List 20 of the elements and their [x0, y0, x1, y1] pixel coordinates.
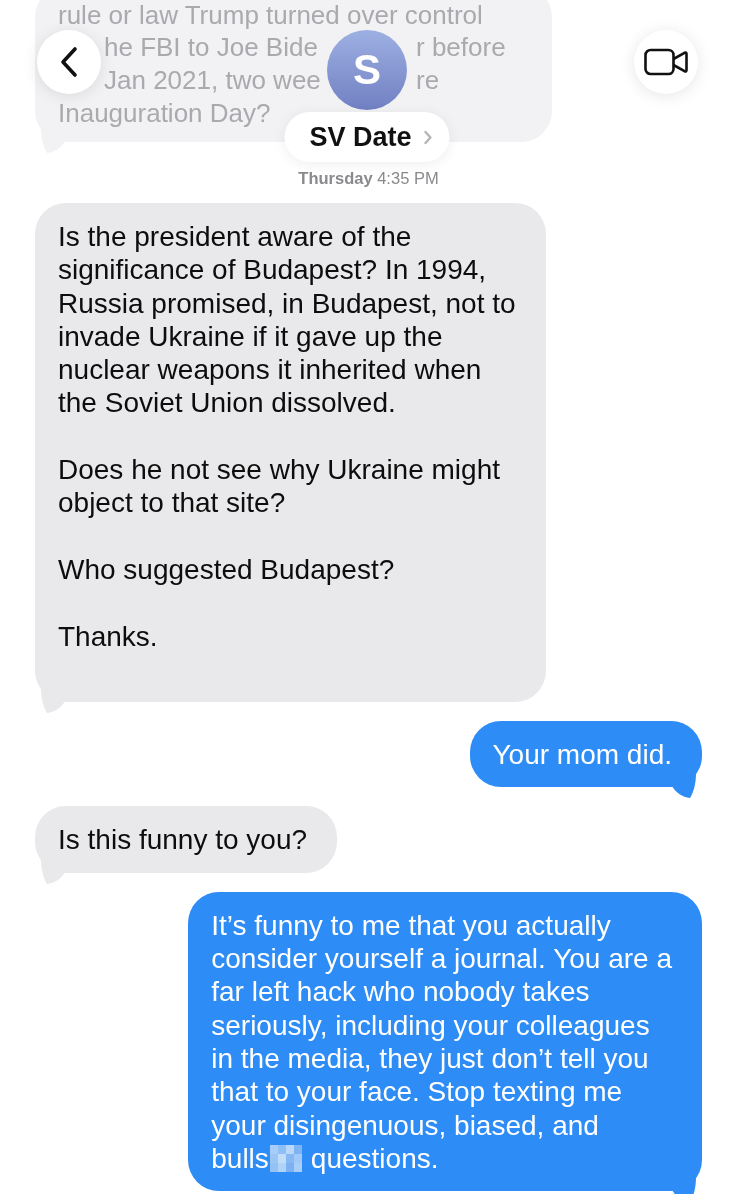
message-text: Is the president aware of the significance of Budapest? In 1994, Russia promised, in Budapest, not to invade Ukraine if it gave up the nuclear weapons it inherited when the Soviet Union dissolved.	[58, 220, 516, 420]
message-text: Thanks.	[58, 619, 158, 653]
message-text: questions.	[310, 1141, 439, 1176]
message-text: Your mom did.	[492, 738, 672, 772]
contact-name-button[interactable]: SV Date	[284, 112, 450, 162]
message-text: Jan 2021, two wee	[104, 64, 321, 95]
message-text: Is this funny to you?	[58, 823, 308, 857]
message-text: Who suggested Budapest?	[58, 552, 395, 587]
timestamp: Thursday 4:35 PM	[298, 168, 439, 188]
message-text: rule or law Trump turned over control	[58, 0, 483, 30]
message-text: bulls	[211, 1141, 269, 1176]
chevron-right-icon	[423, 129, 433, 145]
message-text: re	[416, 64, 440, 95]
message-text: he FBI to Joe Bide	[104, 31, 318, 62]
message-text: r before	[416, 31, 506, 62]
message-text: Does he not see why Ukraine might object to that site?	[58, 453, 500, 520]
chevron-left-icon	[59, 46, 79, 78]
video-camera-icon	[644, 48, 688, 76]
pixel-mosaic-icon	[269, 1144, 302, 1172]
message-text: Inauguration Day?	[58, 97, 271, 128]
